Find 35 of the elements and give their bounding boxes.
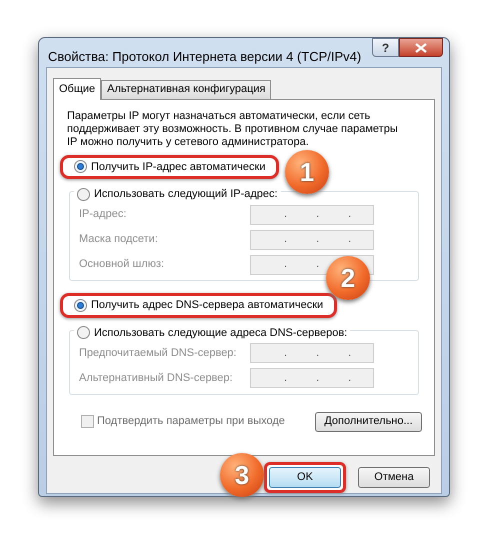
octet-separator: .	[284, 348, 288, 358]
octet-separator: .	[284, 259, 288, 270]
dialog-button[interactable]: OK	[269, 466, 341, 488]
octet-separator: .	[316, 209, 320, 220]
field-label: Маска подсети:	[79, 232, 158, 248]
close-icon	[415, 42, 427, 52]
radio-button[interactable]	[77, 326, 90, 340]
field-label: Основной шлюз:	[79, 257, 164, 272]
octet-separator: .	[316, 259, 320, 270]
close-button[interactable]	[399, 38, 443, 57]
description-text: Параметры IP могут назначаться автоматически, если сеть поддерживает эту возможность. В противном случае параметры IP можно получить у сетевого администратора.	[66, 110, 399, 148]
field-label: Альтернативный DNS-сервер:	[79, 370, 233, 386]
field-label: IP-адрес:	[79, 207, 126, 222]
help-button[interactable]: ?	[372, 38, 399, 57]
octet-separator: .	[348, 209, 352, 220]
octet-separator: .	[348, 234, 352, 245]
octet-separator: .	[348, 372, 352, 384]
radio-option[interactable]: Использовать следующий IP-адрес:	[74, 186, 281, 202]
radio-button[interactable]	[74, 160, 87, 174]
tab[interactable]: Общие	[53, 78, 102, 100]
radio-button[interactable]	[77, 188, 90, 201]
tab[interactable]: Альтернативная конфигурация	[101, 80, 272, 98]
octet-separator: .	[284, 234, 288, 245]
radio-button[interactable]	[74, 298, 87, 312]
octet-separator: .	[284, 372, 288, 384]
dialog-button[interactable]: Отмена	[358, 466, 430, 488]
field-label: Предпочитаемый DNS-сервер:	[79, 346, 236, 361]
octet-separator: .	[316, 234, 320, 245]
octet-separator: .	[316, 348, 320, 358]
octet-separator: .	[316, 372, 320, 384]
octet-separator: .	[348, 348, 352, 358]
octet-separator: .	[284, 209, 288, 220]
window-title: Свойства: Протокол Интернета версии 4 (TCP/IPv4)	[48, 48, 362, 66]
radio-option[interactable]: Использовать следующие адреса DNS-серверов:	[74, 324, 350, 341]
advanced-button[interactable]: Дополнительно...	[315, 412, 422, 432]
